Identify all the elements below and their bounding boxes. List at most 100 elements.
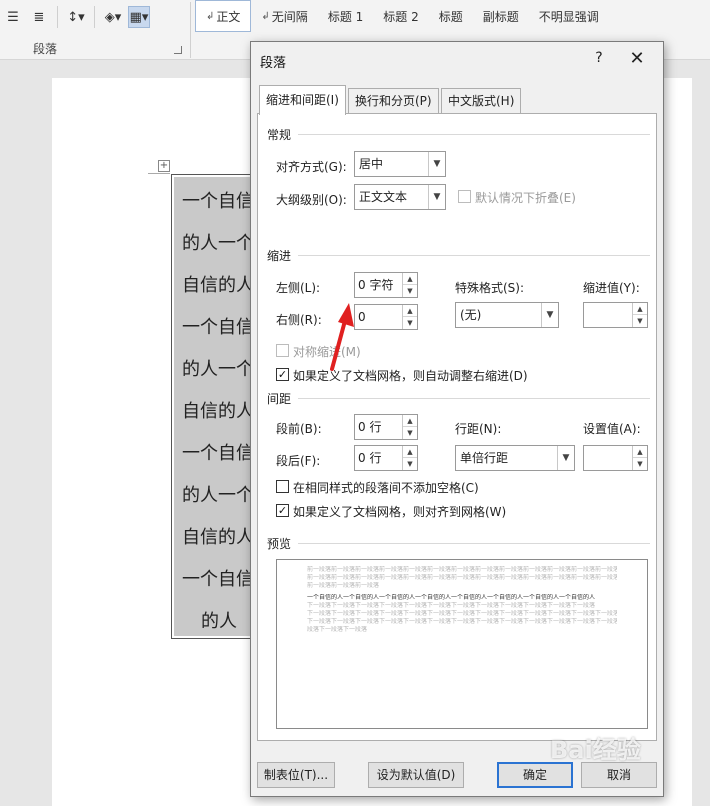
section-divider — [298, 134, 650, 135]
spin-buttons: ▲ ▼ — [402, 415, 417, 439]
spin-down-icon[interactable]: ▼ — [403, 427, 417, 439]
close-icon[interactable]: ✕ — [625, 48, 649, 70]
table-move-handle-icon[interactable]: + — [158, 160, 170, 172]
spin-down-icon[interactable]: ▼ — [633, 315, 647, 327]
shading-icon[interactable]: ◈▾ — [102, 6, 124, 28]
spacing-at-spinner[interactable]: ▲ ▼ — [583, 445, 648, 471]
spacing-before-label: 段前(B): — [276, 422, 322, 436]
indent-right-value: 0 — [358, 310, 366, 324]
watermark-logo: Bai经验 — [550, 736, 641, 764]
chevron-down-icon: ▼ — [557, 446, 574, 470]
spin-up-icon[interactable]: ▲ — [633, 446, 647, 458]
spin-down-icon[interactable]: ▼ — [403, 458, 417, 470]
style-subtitle[interactable]: 副标题 — [473, 0, 529, 32]
distributed-align-icon[interactable]: ☰ — [2, 6, 24, 28]
style-no-spacing[interactable]: ↲ 无间隔 — [251, 0, 317, 32]
tab-asian-typography[interactable]: 中文版式(H) — [441, 88, 522, 114]
set-default-button[interactable]: 设为默认值(D) — [368, 762, 464, 788]
preview-next-line: 下一段落下一段落下一段落下一段落下一段落下一段落下一段落下一段落下一段落下一段落… — [307, 618, 617, 625]
ok-button[interactable]: 确定 — [497, 762, 573, 788]
paragraph-tools: ☰ ≣ ↕▾ ◈▾ ▦▾ — [0, 4, 150, 30]
document-line: 一个自信 — [182, 569, 254, 590]
spacing-after-value: 0 行 — [358, 451, 382, 465]
paragraph-mark-icon: ↲ — [206, 10, 215, 22]
tab-indents-spacing[interactable]: 缩进和间距(I) — [259, 85, 346, 115]
collapse-label: 默认情况下折叠(E) — [475, 191, 576, 205]
style-subtle-emphasis[interactable]: 不明显强调 — [529, 0, 609, 32]
line-spacing-icon[interactable]: ↕▾ — [65, 6, 87, 28]
outline-level-label: 大纲级别(O): — [276, 193, 347, 207]
document-line: 自信的人 — [182, 401, 254, 422]
spin-up-icon[interactable]: ▲ — [403, 415, 417, 427]
outline-level-value: 正文文本 — [359, 190, 408, 204]
section-indent: 缩进 — [267, 249, 292, 263]
spin-buttons: ▲ ▼ — [402, 446, 417, 470]
line-spacing-label: 行距(N): — [455, 422, 502, 436]
chevron-down-icon: ▼ — [541, 303, 558, 327]
spin-down-icon[interactable]: ▼ — [633, 458, 647, 470]
spin-buttons: ▲ ▼ — [632, 446, 647, 470]
preview-next-line: 下一段落下一段落下一段落下一段落下一段落下一段落下一段落下一段落下一段落下一段落… — [307, 602, 596, 609]
chevron-down-icon: ▼ — [428, 152, 445, 176]
style-normal[interactable]: ↲ 正文 — [195, 0, 252, 32]
help-icon[interactable]: ? — [589, 48, 609, 68]
alignment-select[interactable]: 居中 ▼ — [354, 151, 446, 177]
no-space-checkbox[interactable] — [276, 480, 289, 493]
indent-left-value: 0 字符 — [358, 278, 394, 292]
style-label: 无间隔 — [271, 9, 308, 24]
spin-down-icon[interactable]: ▼ — [403, 285, 417, 297]
toolbar-separator — [57, 6, 58, 28]
indent-right-spinner[interactable]: 0 ▲ ▼ — [354, 304, 418, 330]
spacing-before-spinner[interactable]: 0 行 ▲ ▼ — [354, 414, 418, 440]
preview-next-line: 下一段落下一段落下一段落下一段落下一段落下一段落下一段落下一段落下一段落下一段落… — [307, 610, 617, 617]
document-line: 自信的人 — [182, 527, 254, 548]
spin-down-icon[interactable]: ▼ — [403, 317, 417, 329]
cancel-button[interactable]: 取消 — [581, 762, 657, 788]
preview-prev-line: 前一段落前一段落前一段落前一段落前一段落前一段落前一段落前一段落前一段落前一段落… — [307, 566, 617, 573]
line-spacing-select[interactable]: 单倍行距 ▼ — [455, 445, 575, 471]
indent-left-label: 左侧(L): — [276, 281, 321, 295]
document-line: 一个自信 — [182, 317, 254, 338]
spin-up-icon[interactable]: ▲ — [403, 446, 417, 458]
indent-by-spinner[interactable]: ▲ ▼ — [583, 302, 648, 328]
snap-grid-checkbox[interactable]: ✓ — [276, 504, 289, 517]
paragraph-dialog: 段落 ? ✕ 缩进和间距(I) 换行和分页(P) 中文版式(H) 常规 对齐方式… — [250, 41, 664, 797]
justify-align-icon[interactable]: ≣ — [28, 6, 50, 28]
section-spacing: 间距 — [267, 392, 292, 406]
no-space-label: 在相同样式的段落间不添加空格(C) — [293, 481, 479, 495]
style-heading-1[interactable]: 标题 1 — [318, 0, 373, 32]
style-label: 标题 — [438, 9, 463, 24]
paragraph-mark-icon: ↲ — [261, 10, 270, 22]
section-divider — [298, 255, 650, 256]
style-title[interactable]: 标题 — [429, 0, 473, 32]
spin-up-icon[interactable]: ▲ — [403, 305, 417, 317]
preview-prev-line: 前一段落前一段落前一段落 — [307, 582, 380, 589]
spin-up-icon[interactable]: ▲ — [633, 303, 647, 315]
spin-up-icon[interactable]: ▲ — [403, 273, 417, 285]
indent-right-label: 右侧(R): — [276, 313, 322, 327]
document-table[interactable]: 一个自信 的人一个 自信的人 一个自信 的人一个 自信的人 一个自信 的人一个 … — [171, 174, 261, 639]
collapse-checkbox[interactable] — [458, 190, 471, 203]
special-indent-select[interactable]: (无) ▼ — [455, 302, 559, 328]
red-arrow-icon — [330, 303, 354, 371]
special-indent-value: (无) — [460, 308, 482, 322]
mirror-indent-checkbox[interactable] — [276, 344, 289, 357]
style-label: 不明显强调 — [538, 9, 599, 24]
dialog-launcher-icon[interactable] — [174, 46, 182, 54]
line-spacing-value: 单倍行距 — [460, 451, 509, 465]
indent-left-spinner[interactable]: 0 字符 ▲ ▼ — [354, 272, 418, 298]
tabs-button[interactable]: 制表位(T)... — [257, 762, 335, 788]
auto-adjust-checkbox[interactable]: ✓ — [276, 368, 289, 381]
spacing-after-spinner[interactable]: 0 行 ▲ ▼ — [354, 445, 418, 471]
tab-line-page-breaks[interactable]: 换行和分页(P) — [348, 88, 439, 114]
borders-icon[interactable]: ▦▾ — [128, 6, 150, 28]
paragraph-group-label: 段落 — [33, 42, 58, 56]
document-line: 一个自信 — [182, 443, 254, 464]
style-heading-2[interactable]: 标题 2 — [373, 0, 428, 32]
spacing-after-label: 段后(F): — [276, 454, 321, 468]
outline-level-select[interactable]: 正文文本 ▼ — [354, 184, 446, 210]
document-line: 的人 — [201, 611, 237, 632]
spin-buttons: ▲ ▼ — [402, 305, 417, 329]
tab-panel: 常规 对齐方式(G): 居中 ▼ 大纲级别(O): 正文文本 ▼ 默认情况下折叠… — [257, 113, 657, 741]
section-general: 常规 — [267, 128, 292, 142]
